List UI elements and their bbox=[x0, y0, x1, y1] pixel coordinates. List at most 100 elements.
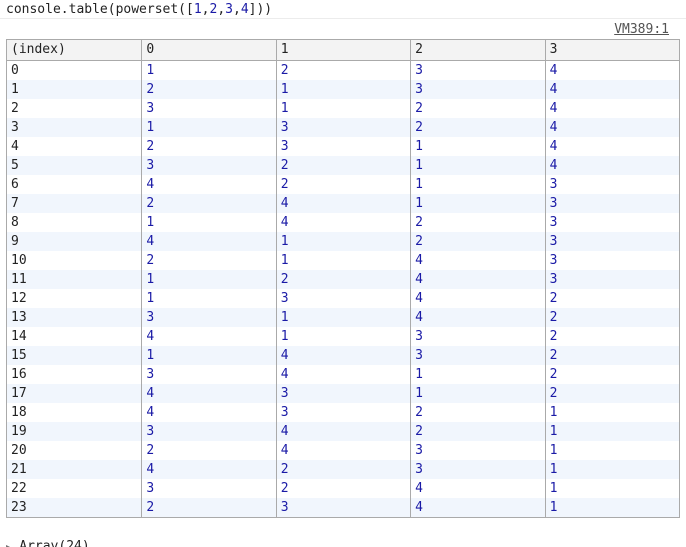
value-cell: 2 bbox=[275, 60, 411, 80]
value-cell: 3 bbox=[275, 403, 411, 422]
value-cell: 1 bbox=[275, 308, 411, 327]
value-cell: 3 bbox=[275, 498, 411, 518]
value-cell: 2 bbox=[275, 156, 411, 175]
value-cell: 2 bbox=[410, 213, 546, 232]
row-index-cell: 7 bbox=[6, 194, 142, 213]
source-link[interactable]: VM389:1 bbox=[614, 21, 669, 39]
value-cell: 4 bbox=[141, 232, 277, 251]
table-row: 94123 bbox=[6, 232, 680, 251]
value-cell: 1 bbox=[141, 289, 277, 308]
value-cell: 3 bbox=[141, 308, 277, 327]
value-cell: 1 bbox=[275, 232, 411, 251]
table-row: 16 3 4 1 2 bbox=[7, 365, 680, 384]
value-cell: 1 bbox=[141, 60, 277, 80]
console-table: (index) 0 1 2 3 012341213423124313244231… bbox=[6, 39, 680, 518]
row-index-cell: 8 bbox=[11, 215, 19, 230]
command-arg: 2 bbox=[209, 2, 218, 17]
value-cell: 4 bbox=[275, 365, 411, 384]
value-cell: 1 bbox=[410, 194, 546, 213]
column-header-1[interactable]: 1 bbox=[275, 39, 411, 61]
value-cell: 2 bbox=[141, 80, 277, 99]
value-cell: 2 bbox=[141, 441, 277, 460]
command-arg: 1 bbox=[193, 2, 202, 17]
value-cell: 3 bbox=[141, 422, 277, 441]
row-index-cell: 5 bbox=[6, 156, 142, 175]
column-header-index[interactable]: (index) bbox=[6, 39, 142, 61]
value-cell: 3 bbox=[410, 60, 546, 80]
array-summary[interactable]: ▶ Array(24) bbox=[6, 539, 90, 547]
value-cell: 3 bbox=[410, 441, 546, 460]
row-index-cell: 11 bbox=[6, 270, 142, 289]
value-cell: 4 bbox=[544, 99, 680, 118]
value-cell: 3 bbox=[410, 346, 546, 365]
value-cell: 1 bbox=[410, 384, 546, 403]
table-row: 21 4 2 3 1 bbox=[6, 460, 680, 479]
value-cell: 3 bbox=[544, 175, 680, 194]
table-row: 17 4 3 1 2 bbox=[6, 384, 680, 403]
value-cell: 3 bbox=[275, 384, 411, 403]
table-row: 0 1234 bbox=[7, 60, 680, 80]
value-cell: 3 bbox=[275, 137, 411, 156]
row-index-cell: 14 bbox=[11, 329, 27, 344]
row-index-cell: 3 bbox=[6, 118, 142, 137]
column-header-2[interactable]: 2 bbox=[410, 39, 546, 61]
value-cell: 1 bbox=[141, 270, 277, 289]
value-cell: 2 bbox=[544, 346, 680, 365]
column-header-3[interactable]: 3 bbox=[544, 39, 680, 61]
table-row: 8 1423 bbox=[7, 213, 680, 232]
expand-triangle-icon[interactable]: ▶ bbox=[6, 543, 11, 547]
row-index-cell: 0 bbox=[11, 63, 19, 78]
table-header-row: (index) 0 1 2 3 bbox=[6, 39, 680, 61]
value-cell: 3 bbox=[544, 194, 680, 213]
value-cell: 3 bbox=[141, 365, 277, 384]
value-cell: 4 bbox=[275, 422, 411, 441]
value-cell: 2 bbox=[410, 422, 546, 441]
value-cell: 1 bbox=[141, 213, 277, 232]
value-cell: 3 bbox=[141, 156, 277, 175]
table-body: 0123412134231243132442314532146421372413… bbox=[6, 60, 680, 518]
row-index-cell: 17 bbox=[6, 384, 142, 403]
value-cell: 4 bbox=[544, 118, 680, 137]
value-cell: 4 bbox=[275, 194, 411, 213]
value-cell: 3 bbox=[544, 251, 680, 270]
value-cell: 1 bbox=[410, 156, 546, 175]
command-arg: 4 bbox=[240, 2, 249, 17]
row-index-cell: 9 bbox=[6, 232, 142, 251]
value-cell: 1 bbox=[275, 327, 411, 346]
value-cell: 2 bbox=[544, 308, 680, 327]
value-cell: 2 bbox=[410, 232, 546, 251]
value-cell: 1 bbox=[544, 460, 680, 479]
row-index-cell: 16 bbox=[11, 367, 27, 382]
value-cell: 2 bbox=[275, 270, 411, 289]
table-row: 6 4213 bbox=[7, 175, 680, 194]
value-cell: 4 bbox=[544, 60, 680, 80]
row-index-cell: 4 bbox=[11, 139, 19, 154]
value-cell: 4 bbox=[141, 403, 277, 422]
value-cell: 4 bbox=[410, 270, 546, 289]
value-cell: 2 bbox=[544, 327, 680, 346]
table-row: 11 1 2 4 3 bbox=[6, 270, 680, 289]
table-row: 12 1 3 4 2 bbox=[7, 289, 680, 308]
column-header-0[interactable]: 0 bbox=[141, 39, 277, 61]
table-row: 18 4 3 2 1 bbox=[7, 403, 680, 422]
table-row: 42314 bbox=[7, 137, 680, 156]
value-cell: 4 bbox=[544, 137, 680, 156]
table-row: 13 3 1 4 2 bbox=[6, 308, 680, 327]
value-cell: 2 bbox=[141, 137, 277, 156]
value-cell: 4 bbox=[410, 479, 546, 498]
row-index-cell: 23 bbox=[6, 498, 142, 518]
value-cell: 1 bbox=[275, 251, 411, 270]
value-cell: 1 bbox=[544, 479, 680, 498]
value-cell: 2 bbox=[544, 365, 680, 384]
value-cell: 3 bbox=[141, 479, 277, 498]
value-cell: 1 bbox=[141, 118, 277, 137]
value-cell: 4 bbox=[275, 213, 411, 232]
value-cell: 1 bbox=[544, 422, 680, 441]
value-cell: 2 bbox=[544, 384, 680, 403]
array-summary-label: Array(24) bbox=[19, 539, 90, 547]
value-cell: 3 bbox=[275, 118, 411, 137]
row-index-cell: 12 bbox=[11, 291, 27, 306]
value-cell: 3 bbox=[410, 80, 546, 99]
row-index-cell: 20 bbox=[11, 443, 27, 458]
table-row: 19 3 4 2 1 bbox=[6, 422, 680, 441]
